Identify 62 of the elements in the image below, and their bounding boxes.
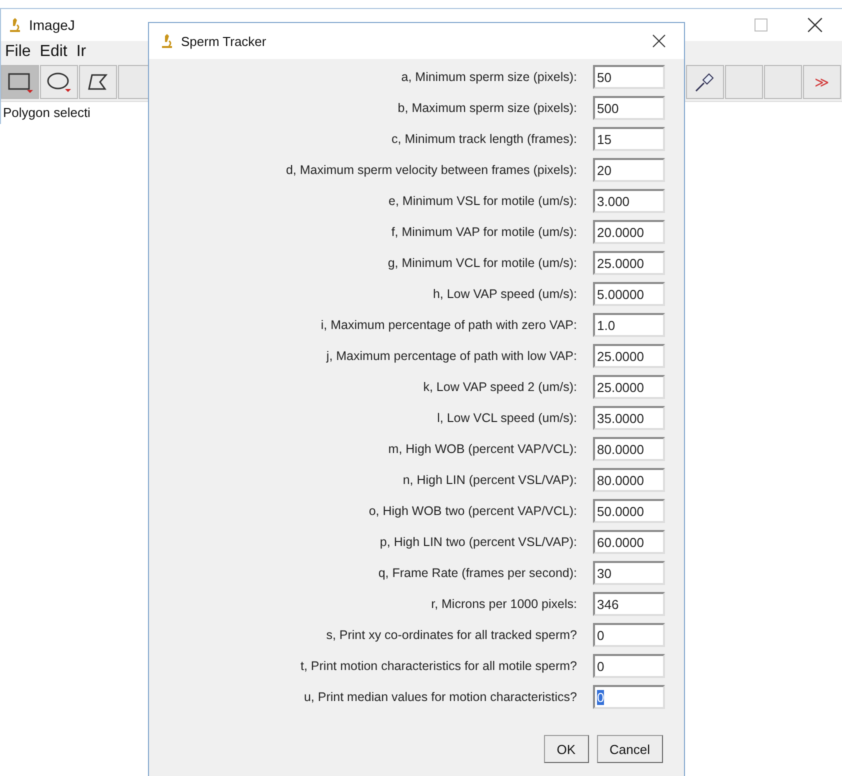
input-field[interactable]: 20 bbox=[593, 158, 665, 182]
field-label: g, Minimum VCL for motile (um/s): bbox=[386, 256, 577, 270]
field-label: j, Maximum percentage of path with low VAP: bbox=[325, 349, 577, 363]
field-label: b, Maximum sperm size (pixels): bbox=[396, 101, 577, 115]
close-icon[interactable] bbox=[807, 17, 823, 33]
tool-button[interactable] bbox=[1, 65, 39, 99]
tool-button[interactable] bbox=[686, 65, 724, 99]
ok-button[interactable]: OK bbox=[544, 735, 589, 763]
field-label: e, Minimum VSL for motile (um/s): bbox=[388, 194, 577, 208]
field-label: q, Frame Rate (frames per second): bbox=[377, 566, 577, 580]
input-field[interactable]: 25.0000 bbox=[593, 375, 665, 399]
input-field[interactable]: 5.00000 bbox=[593, 282, 665, 306]
tool-button[interactable]: ≫ bbox=[803, 65, 841, 99]
field-label: u, Print median values for motion characteristics? bbox=[302, 690, 577, 704]
input-field[interactable]: 1.0 bbox=[593, 313, 665, 337]
input-field[interactable]: 35.0000 bbox=[593, 406, 665, 430]
input-field[interactable]: 0 bbox=[593, 623, 665, 647]
polygon-tool-icon bbox=[87, 72, 109, 92]
field-label: k, Low VAP speed 2 (um/s): bbox=[422, 380, 577, 394]
tool-button[interactable] bbox=[79, 65, 117, 99]
rectangle-tool-icon bbox=[7, 71, 33, 93]
microscope-icon bbox=[9, 17, 21, 33]
dialog-title: Sperm Tracker bbox=[181, 34, 268, 48]
input-field[interactable]: 30 bbox=[593, 561, 665, 585]
close-icon[interactable] bbox=[652, 34, 666, 48]
cancel-button[interactable]: Cancel bbox=[596, 735, 663, 763]
input-field[interactable]: 50.0000 bbox=[593, 499, 665, 523]
input-field[interactable]: 25.0000 bbox=[593, 251, 665, 275]
input-field[interactable]: 346 bbox=[593, 592, 665, 616]
field-label: r, Microns per 1000 pixels: bbox=[430, 597, 577, 611]
tool-button[interactable] bbox=[40, 65, 78, 99]
field-label: p, High LIN two (percent VSL/VAP): bbox=[378, 535, 577, 549]
window-title: ImageJ bbox=[29, 17, 76, 33]
input-field[interactable]: 20.0000 bbox=[593, 220, 665, 244]
menu-item[interactable]: Ir bbox=[76, 43, 86, 61]
field-label: o, High WOB two (percent VAP/VCL): bbox=[368, 504, 577, 518]
menu-item[interactable]: File bbox=[5, 43, 31, 61]
pin-tool-icon bbox=[694, 71, 716, 93]
field-label: a, Minimum sperm size (pixels): bbox=[400, 70, 577, 84]
field-label: n, High LIN (percent VSL/VAP): bbox=[402, 473, 577, 487]
microscope-icon bbox=[161, 33, 173, 49]
oval-tool-icon bbox=[46, 71, 72, 93]
field-label: t, Print motion characteristics for all motile sperm? bbox=[300, 659, 577, 673]
field-label: l, Low VCL speed (um/s): bbox=[436, 411, 577, 425]
input-field[interactable]: 80.0000 bbox=[593, 437, 665, 461]
input-field[interactable]: 15 bbox=[593, 127, 665, 151]
input-field[interactable]: 80.0000 bbox=[593, 468, 665, 492]
input-field[interactable]: 25.0000 bbox=[593, 344, 665, 368]
input-field[interactable]: 0 bbox=[593, 654, 665, 678]
field-label: d, Maximum sperm velocity between frames (pixels): bbox=[284, 163, 577, 177]
field-label: h, Low VAP speed (um/s): bbox=[432, 287, 577, 301]
input-field[interactable]: 500 bbox=[593, 96, 665, 120]
field-label: m, High WOB (percent VAP/VCL): bbox=[387, 442, 577, 456]
input-field[interactable]: 3.000 bbox=[593, 189, 665, 213]
field-label: s, Print xy co-ordinates for all tracked sperm? bbox=[325, 628, 577, 642]
field-label: i, Maximum percentage of path with zero VAP: bbox=[320, 318, 577, 332]
input-field[interactable]: 50 bbox=[593, 65, 665, 89]
field-label: f, Minimum VAP for motile (um/s): bbox=[390, 225, 577, 239]
menu-item[interactable]: Edit bbox=[40, 43, 68, 61]
input-field[interactable]: 60.0000 bbox=[593, 530, 665, 554]
input-field[interactable]: 0 bbox=[593, 685, 665, 709]
field-label: c, Minimum track length (frames): bbox=[390, 132, 577, 146]
